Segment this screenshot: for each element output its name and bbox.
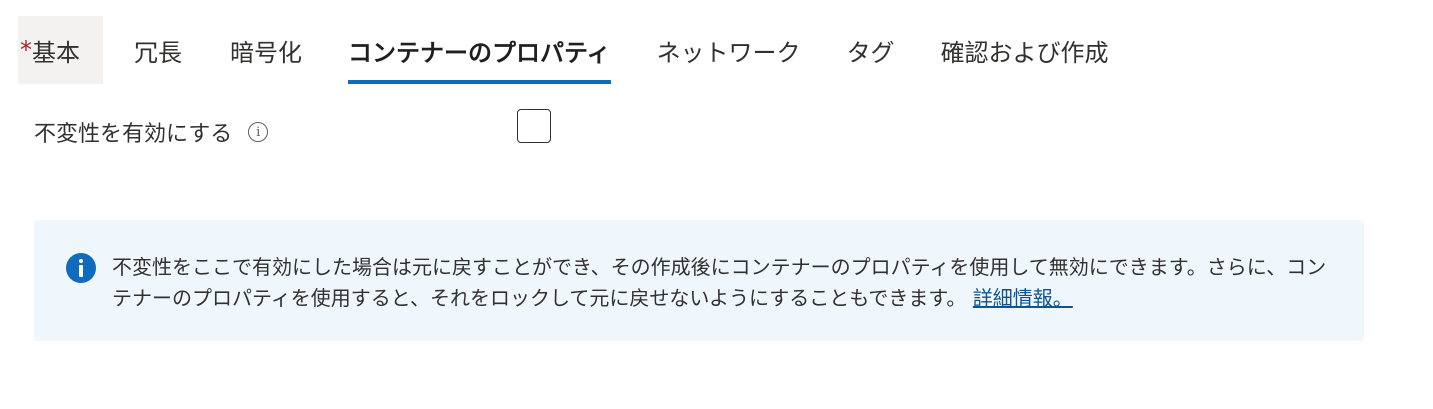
tab-label: コンテナーのプロパティ	[348, 38, 611, 67]
tab-tags[interactable]: タグ	[847, 16, 895, 84]
tab-label: ネットワーク	[656, 38, 801, 67]
tab-label: 基本	[32, 38, 80, 67]
tab-basics[interactable]: * 基本	[18, 16, 103, 84]
info-message-bar: 不変性をここで有効にした場合は元に戻すことができ、その作成後にコンテナーのプロパ…	[34, 220, 1364, 341]
learn-more-link[interactable]: 詳細情報。	[973, 286, 1073, 310]
tab-review-create[interactable]: 確認および作成	[941, 16, 1109, 84]
required-marker: *	[20, 36, 32, 64]
info-message: 不変性をここで有効にした場合は元に戻すことができ、その作成後にコンテナーのプロパ…	[112, 252, 1332, 314]
tab-label: 冗長	[134, 38, 182, 67]
tab-label: 確認および作成	[940, 38, 1109, 67]
tab-label: タグ	[846, 38, 895, 67]
tab-redundancy[interactable]: 冗長	[134, 16, 182, 84]
info-message-text: 不変性をここで有効にした場合は元に戻すことができ、その作成後にコンテナーのプロパ…	[112, 255, 1327, 310]
tab-encryption[interactable]: 暗号化	[230, 16, 302, 84]
tab-bar: * 基本 冗長 暗号化 コンテナーのプロパティ ネットワーク タグ 確認および作成	[18, 16, 1109, 86]
immutability-label: 不変性を有効にする	[34, 122, 233, 147]
tab-container-properties[interactable]: コンテナーのプロパティ	[348, 16, 611, 84]
info-icon	[66, 253, 96, 283]
tab-networking[interactable]: ネットワーク	[657, 16, 801, 84]
info-icon[interactable]: i	[248, 122, 269, 142]
immutability-field: 不変性を有効にする i	[34, 112, 269, 152]
tab-label: 暗号化	[230, 38, 302, 67]
enable-immutability-checkbox[interactable]	[517, 109, 551, 143]
